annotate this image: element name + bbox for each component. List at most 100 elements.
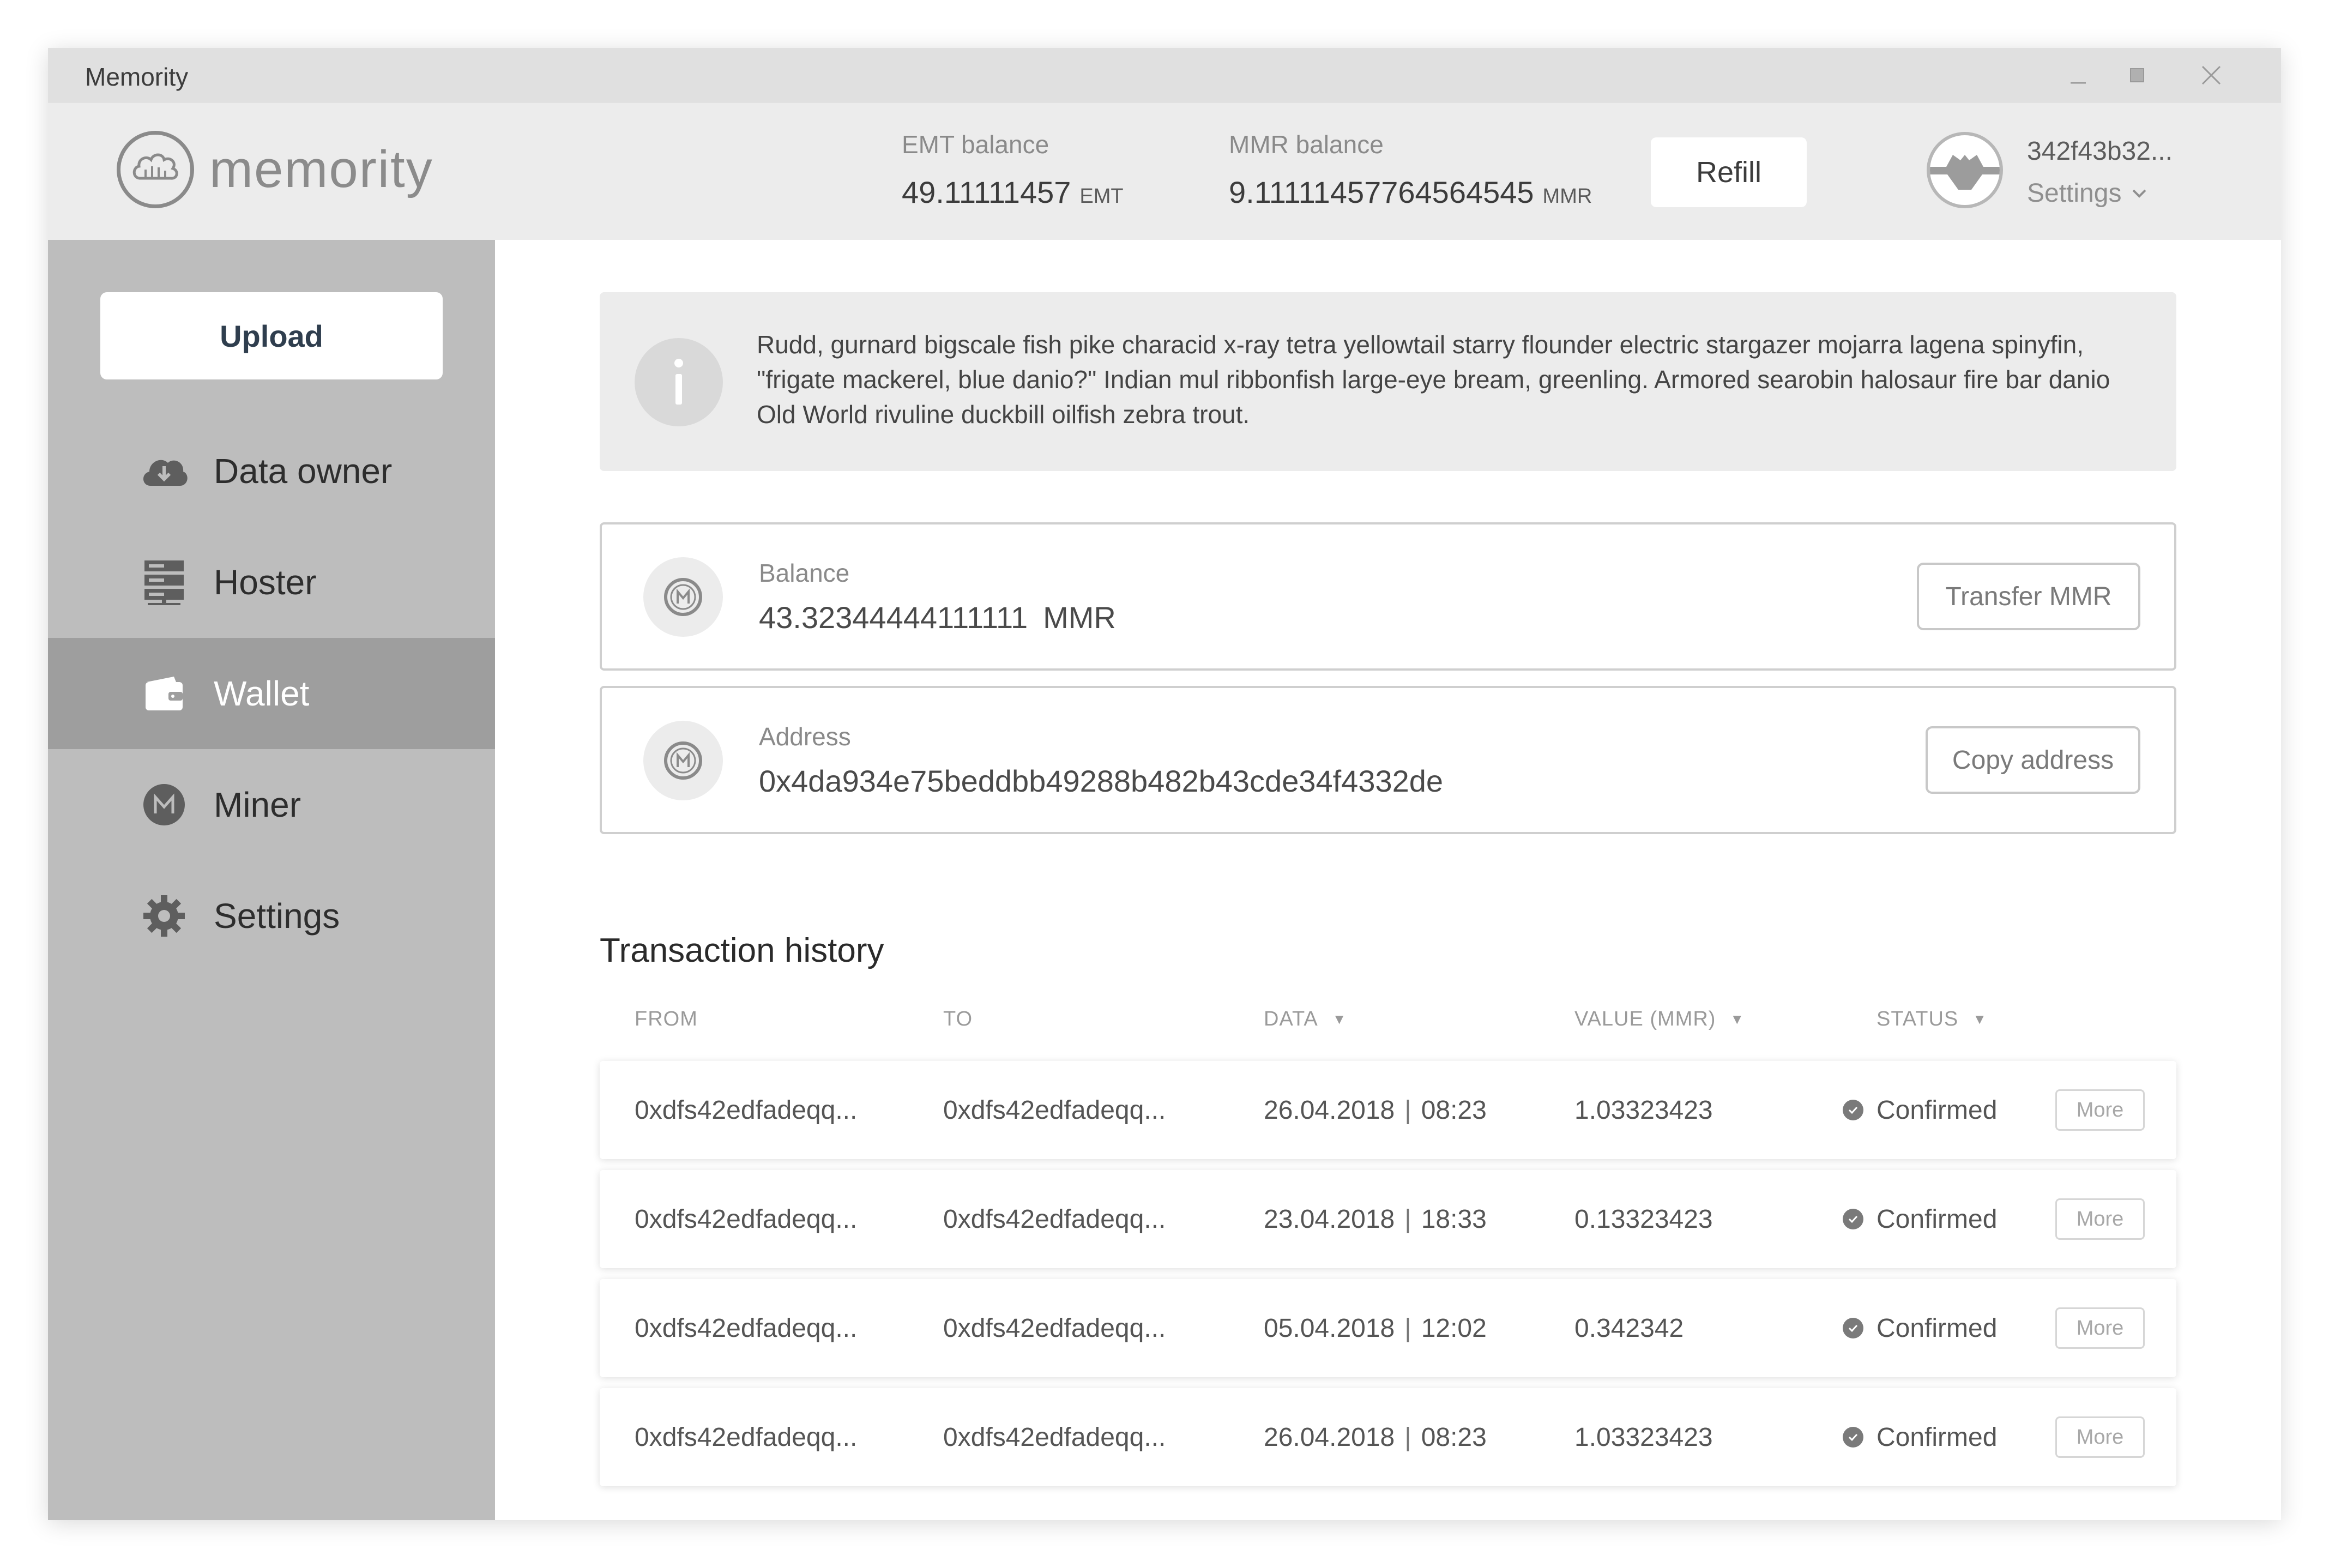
sidebar-item-label: Wallet (214, 674, 310, 713)
more-button[interactable]: More (2055, 1307, 2145, 1349)
app-header: memority EMT balance 49.11111457 EMT MMR … (48, 102, 2281, 240)
maximize-icon (2130, 68, 2144, 82)
sidebar-item-miner[interactable]: Miner (48, 749, 495, 860)
row-from: 0xdfs42edfadeqq... (635, 1095, 858, 1125)
column-header-label: FROM (635, 1008, 698, 1030)
more-button[interactable]: More (2055, 1416, 2145, 1458)
emt-balance-unit: EMT (1079, 185, 1124, 208)
status-label: Confirmed (1877, 1204, 1998, 1234)
date-time-separator: | (1404, 1095, 1411, 1125)
row-to: 0xdfs42edfadeqq... (943, 1313, 1166, 1343)
date-time-separator: | (1404, 1313, 1411, 1343)
check-circle-icon (1843, 1427, 1863, 1448)
table-row: 0xdfs42edfadeqq... 0xdfs42edfadeqq... 26… (600, 1061, 2176, 1159)
date-time-separator: | (1404, 1204, 1411, 1234)
status-badge: Confirmed (1843, 1388, 1997, 1486)
upload-button[interactable]: Upload (100, 292, 443, 379)
mmr-balance-unit: MMR (1542, 185, 1592, 208)
sort-down-icon: ▼ (1332, 1011, 1347, 1027)
row-value: 0.13323423 (1574, 1204, 1713, 1234)
balance-label: Balance (759, 559, 850, 587)
row-date-value: 05.04.2018 (1264, 1313, 1395, 1343)
row-from: 0xdfs42edfadeqq... (635, 1422, 858, 1452)
column-header-label: VALUE (MMR) (1574, 1008, 1716, 1030)
column-header-data[interactable]: DATA ▼ (1264, 1008, 1347, 1031)
sort-down-icon: ▼ (1972, 1011, 1987, 1027)
balance-value: 43.32344444111111 (759, 600, 1028, 635)
minimize-button[interactable] (2063, 60, 2093, 91)
balance-value-row: 43.32344444111111 MMR (759, 600, 1116, 635)
date-time-separator: | (1404, 1422, 1411, 1452)
column-header-status[interactable]: STATUS ▼ (1877, 1008, 1987, 1031)
chevron-down-icon (2133, 189, 2146, 198)
user-avatar-icon (1930, 155, 2000, 190)
sidebar-item-hoster[interactable]: Hoster (48, 527, 495, 638)
transaction-history-title: Transaction history (600, 932, 884, 969)
mmr-balance-value-row: 9.11111457764564545 MMR (1229, 174, 1592, 210)
logo-text: memority (209, 140, 433, 198)
column-header-value[interactable]: VALUE (MMR) ▼ (1574, 1008, 1745, 1031)
row-date: 26.04.2018 | 08:23 (1264, 1061, 1487, 1159)
sort-down-icon: ▼ (1730, 1011, 1745, 1027)
sidebar-item-data-owner[interactable]: Data owner (48, 415, 495, 527)
row-date: 05.04.2018 | 12:02 (1264, 1279, 1487, 1377)
status-badge: Confirmed (1843, 1279, 1997, 1377)
row-value: 0.342342 (1574, 1313, 1684, 1343)
table-row: 0xdfs42edfadeqq... 0xdfs42edfadeqq... 05… (600, 1279, 2176, 1377)
row-to: 0xdfs42edfadeqq... (943, 1422, 1166, 1452)
sidebar-item-wallet[interactable]: Wallet (48, 638, 495, 749)
sidebar-item-settings[interactable]: Settings (48, 860, 495, 972)
row-time-value: 08:23 (1421, 1422, 1487, 1452)
address-card: Address 0x4da934e75beddbb49288b482b43cde… (600, 686, 2176, 834)
row-from: 0xdfs42edfadeqq... (635, 1204, 858, 1234)
more-button[interactable]: More (2055, 1089, 2145, 1131)
status-label: Confirmed (1877, 1095, 1998, 1125)
row-time-value: 12:02 (1421, 1313, 1487, 1343)
status-badge: Confirmed (1843, 1170, 1997, 1268)
mmr-coin-icon (643, 557, 723, 637)
balance-unit: MMR (1043, 600, 1116, 635)
emt-balance-label: EMT balance (902, 130, 1049, 159)
brain-logo-icon (117, 131, 194, 208)
column-header-label: STATUS (1877, 1008, 1959, 1030)
close-icon (2201, 65, 2221, 85)
avatar[interactable] (1927, 132, 2003, 208)
mmr-balance-value: 9.11111457764564545 (1229, 175, 1534, 209)
column-header-label: TO (943, 1008, 973, 1030)
mmr-balance: MMR balance 9.11111457764564545 MMR (1229, 130, 1592, 210)
row-date: 26.04.2018 | 08:23 (1264, 1388, 1487, 1486)
row-time-value: 08:23 (1421, 1095, 1487, 1125)
wallet-icon (140, 669, 189, 718)
transfer-mmr-button[interactable]: Transfer MMR (1917, 563, 2140, 630)
row-to: 0xdfs42edfadeqq... (943, 1095, 1166, 1125)
maximize-button[interactable] (2122, 60, 2152, 91)
mmr-coin-icon (643, 721, 723, 800)
account-menu[interactable]: 342f43b32... Settings (1927, 132, 2173, 208)
row-date-value: 26.04.2018 (1264, 1095, 1395, 1125)
table-row: 0xdfs42edfadeqq... 0xdfs42edfadeqq... 26… (600, 1388, 2176, 1486)
emt-balance: EMT balance 49.11111457 EMT (902, 130, 1124, 210)
refill-button[interactable]: Refill (1651, 137, 1807, 207)
table-row: 0xdfs42edfadeqq... 0xdfs42edfadeqq... 23… (600, 1170, 2176, 1268)
info-icon (635, 338, 723, 426)
status-label: Confirmed (1877, 1313, 1998, 1343)
check-circle-icon (1843, 1209, 1863, 1229)
copy-address-button[interactable]: Copy address (1926, 726, 2140, 794)
sidebar: Upload Data owner Hoster Wallet Miner Se… (48, 240, 495, 1520)
status-label: Confirmed (1877, 1422, 1998, 1452)
row-date: 23.04.2018 | 18:33 (1264, 1170, 1487, 1268)
logo: memority (117, 131, 433, 208)
more-button[interactable]: More (2055, 1198, 2145, 1240)
title-bar: Memority (48, 48, 2281, 102)
check-circle-icon (1843, 1100, 1863, 1120)
account-settings-dropdown[interactable]: Settings (2027, 178, 2173, 208)
server-icon (140, 558, 189, 607)
app-window: Memority memority EMT balance 49.1111145… (48, 48, 2281, 1520)
balance-card: Balance 43.32344444111111 MMR Transfer MM… (600, 522, 2176, 671)
emt-balance-value: 49.11111457 (902, 175, 1071, 209)
row-value: 1.03323423 (1574, 1095, 1713, 1125)
info-banner: Rudd, gurnard bigscale fish pike characi… (600, 292, 2176, 471)
emt-balance-value-row: 49.11111457 EMT (902, 174, 1124, 210)
close-button[interactable] (2196, 60, 2227, 91)
gear-icon (140, 891, 189, 940)
